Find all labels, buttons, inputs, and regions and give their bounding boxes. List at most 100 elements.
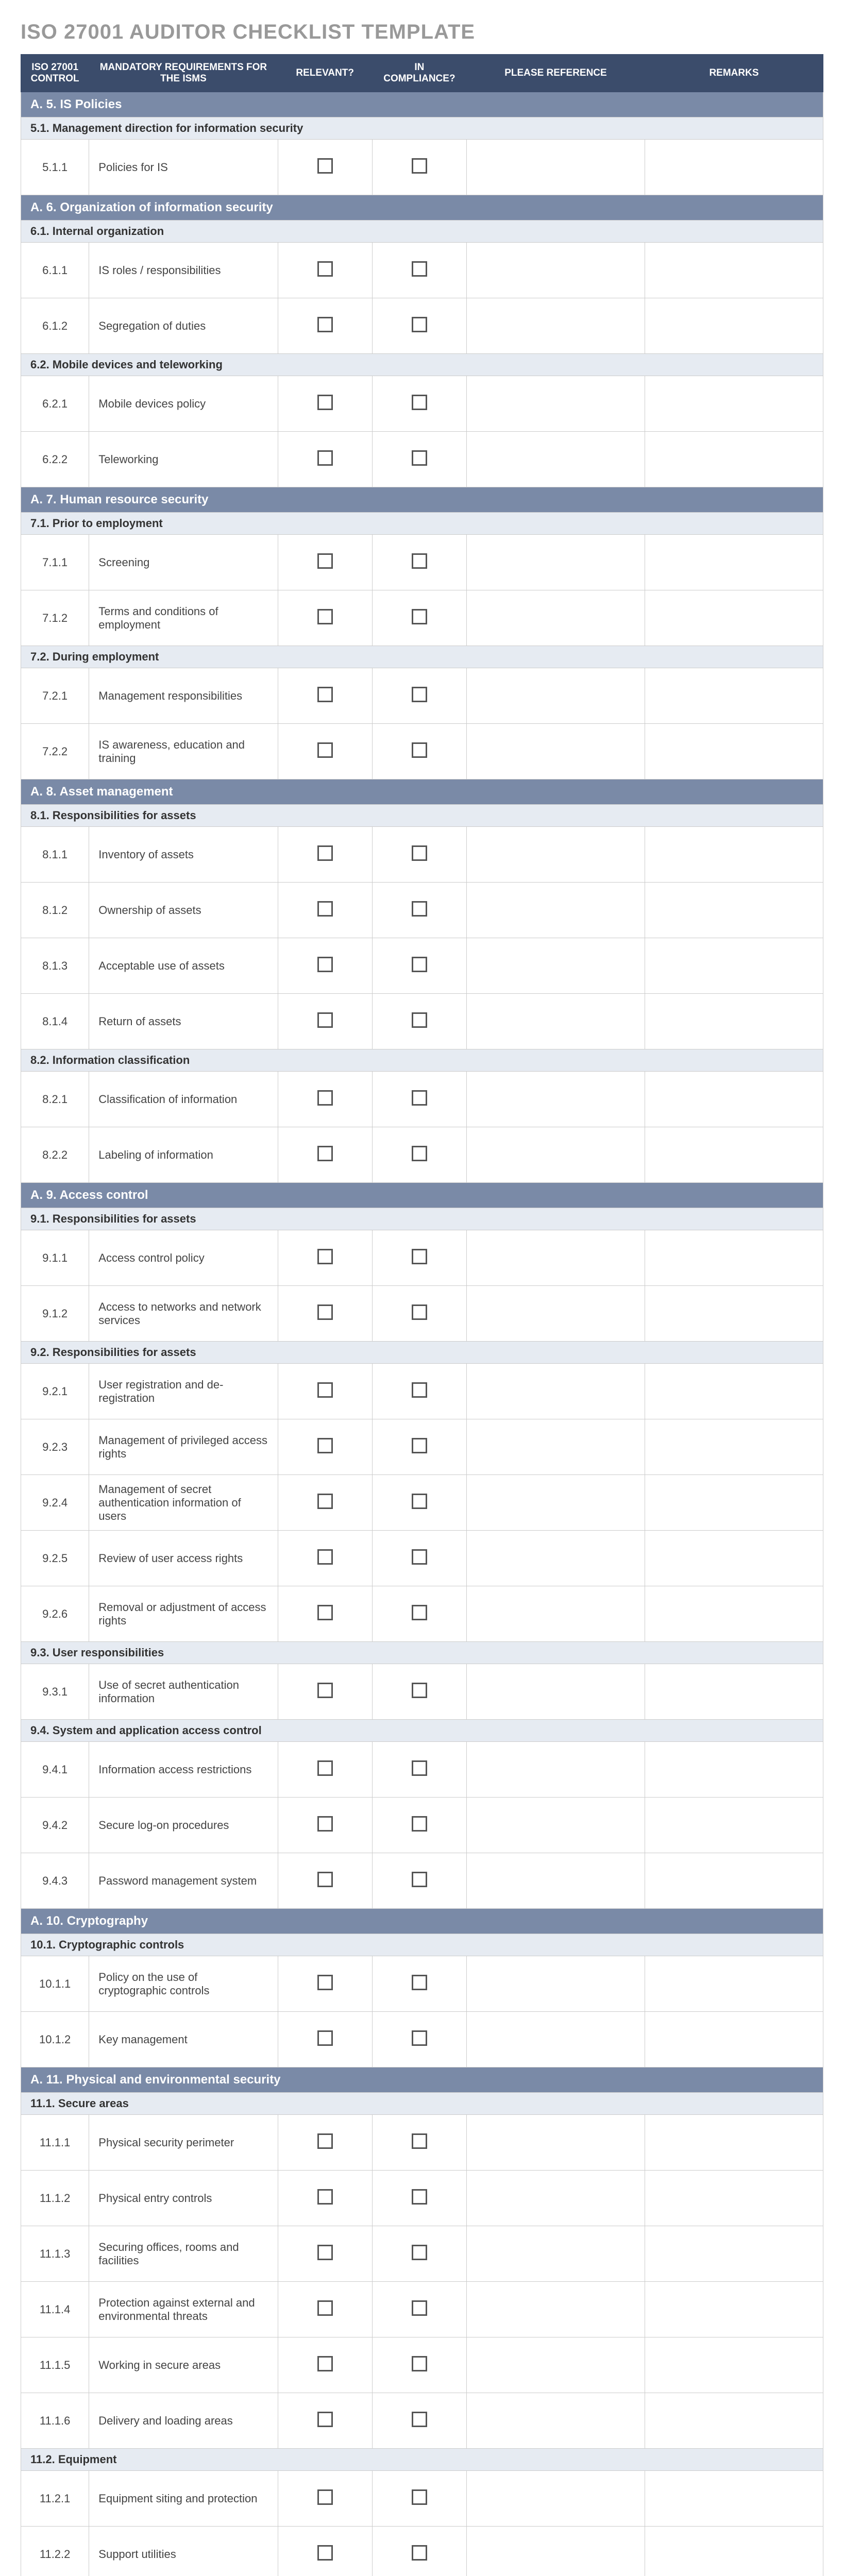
relevant-checkbox[interactable] [317, 261, 333, 277]
remarks-cell[interactable] [645, 1475, 823, 1531]
relevant-checkbox[interactable] [317, 1438, 333, 1453]
compliance-checkbox[interactable] [412, 450, 427, 466]
remarks-cell[interactable] [645, 1798, 823, 1853]
relevant-checkbox[interactable] [317, 1975, 333, 1990]
compliance-checkbox[interactable] [412, 553, 427, 569]
compliance-checkbox[interactable] [412, 1549, 427, 1565]
remarks-cell[interactable] [645, 2393, 823, 2449]
compliance-checkbox[interactable] [412, 957, 427, 972]
relevant-checkbox[interactable] [317, 2545, 333, 2561]
relevant-checkbox[interactable] [317, 1382, 333, 1398]
reference-cell[interactable] [466, 243, 645, 298]
remarks-cell[interactable] [645, 827, 823, 883]
compliance-checkbox[interactable] [412, 2245, 427, 2260]
relevant-checkbox[interactable] [317, 1249, 333, 1264]
reference-cell[interactable] [466, 1364, 645, 1419]
compliance-checkbox[interactable] [412, 317, 427, 332]
remarks-cell[interactable] [645, 2282, 823, 2337]
compliance-checkbox[interactable] [412, 1382, 427, 1398]
compliance-checkbox[interactable] [412, 1012, 427, 1028]
compliance-checkbox[interactable] [412, 1090, 427, 1106]
relevant-checkbox[interactable] [317, 2245, 333, 2260]
compliance-checkbox[interactable] [412, 1438, 427, 1453]
remarks-cell[interactable] [645, 590, 823, 646]
compliance-checkbox[interactable] [412, 609, 427, 624]
remarks-cell[interactable] [645, 376, 823, 432]
remarks-cell[interactable] [645, 298, 823, 354]
compliance-checkbox[interactable] [412, 1146, 427, 1161]
compliance-checkbox[interactable] [412, 1975, 427, 1990]
remarks-cell[interactable] [645, 938, 823, 994]
relevant-checkbox[interactable] [317, 2489, 333, 2505]
relevant-checkbox[interactable] [317, 2030, 333, 2046]
relevant-checkbox[interactable] [317, 901, 333, 917]
reference-cell[interactable] [466, 2393, 645, 2449]
compliance-checkbox[interactable] [412, 2133, 427, 2149]
relevant-checkbox[interactable] [317, 2356, 333, 2371]
compliance-checkbox[interactable] [412, 1683, 427, 1698]
remarks-cell[interactable] [645, 1664, 823, 1720]
relevant-checkbox[interactable] [317, 1683, 333, 1698]
reference-cell[interactable] [466, 2171, 645, 2226]
reference-cell[interactable] [466, 2337, 645, 2393]
remarks-cell[interactable] [645, 1364, 823, 1419]
remarks-cell[interactable] [645, 1742, 823, 1798]
reference-cell[interactable] [466, 432, 645, 487]
remarks-cell[interactable] [645, 2226, 823, 2282]
remarks-cell[interactable] [645, 2527, 823, 2576]
reference-cell[interactable] [466, 1664, 645, 1720]
compliance-checkbox[interactable] [412, 395, 427, 410]
reference-cell[interactable] [466, 2115, 645, 2171]
compliance-checkbox[interactable] [412, 687, 427, 702]
relevant-checkbox[interactable] [317, 1760, 333, 1776]
compliance-checkbox[interactable] [412, 742, 427, 758]
relevant-checkbox[interactable] [317, 845, 333, 861]
relevant-checkbox[interactable] [317, 1494, 333, 1509]
remarks-cell[interactable] [645, 2337, 823, 2393]
reference-cell[interactable] [466, 1419, 645, 1475]
remarks-cell[interactable] [645, 2171, 823, 2226]
reference-cell[interactable] [466, 668, 645, 724]
relevant-checkbox[interactable] [317, 1304, 333, 1320]
compliance-checkbox[interactable] [412, 1605, 427, 1620]
remarks-cell[interactable] [645, 140, 823, 195]
relevant-checkbox[interactable] [317, 317, 333, 332]
remarks-cell[interactable] [645, 883, 823, 938]
reference-cell[interactable] [466, 376, 645, 432]
reference-cell[interactable] [466, 1286, 645, 1342]
remarks-cell[interactable] [645, 1531, 823, 1586]
relevant-checkbox[interactable] [317, 395, 333, 410]
compliance-checkbox[interactable] [412, 1249, 427, 1264]
reference-cell[interactable] [466, 590, 645, 646]
compliance-checkbox[interactable] [412, 261, 427, 277]
remarks-cell[interactable] [645, 432, 823, 487]
relevant-checkbox[interactable] [317, 1549, 333, 1565]
reference-cell[interactable] [466, 535, 645, 590]
reference-cell[interactable] [466, 994, 645, 1049]
reference-cell[interactable] [466, 1531, 645, 1586]
relevant-checkbox[interactable] [317, 742, 333, 758]
remarks-cell[interactable] [645, 2115, 823, 2171]
remarks-cell[interactable] [645, 1956, 823, 2012]
remarks-cell[interactable] [645, 1286, 823, 1342]
compliance-checkbox[interactable] [412, 1872, 427, 1887]
reference-cell[interactable] [466, 1230, 645, 1286]
reference-cell[interactable] [466, 1853, 645, 1909]
remarks-cell[interactable] [645, 2471, 823, 2527]
relevant-checkbox[interactable] [317, 1605, 333, 1620]
relevant-checkbox[interactable] [317, 687, 333, 702]
remarks-cell[interactable] [645, 243, 823, 298]
remarks-cell[interactable] [645, 994, 823, 1049]
reference-cell[interactable] [466, 140, 645, 195]
relevant-checkbox[interactable] [317, 1012, 333, 1028]
relevant-checkbox[interactable] [317, 1816, 333, 1832]
relevant-checkbox[interactable] [317, 158, 333, 174]
compliance-checkbox[interactable] [412, 2489, 427, 2505]
compliance-checkbox[interactable] [412, 2030, 427, 2046]
remarks-cell[interactable] [645, 1586, 823, 1642]
reference-cell[interactable] [466, 883, 645, 938]
relevant-checkbox[interactable] [317, 2300, 333, 2316]
reference-cell[interactable] [466, 1742, 645, 1798]
relevant-checkbox[interactable] [317, 2412, 333, 2427]
reference-cell[interactable] [466, 2471, 645, 2527]
